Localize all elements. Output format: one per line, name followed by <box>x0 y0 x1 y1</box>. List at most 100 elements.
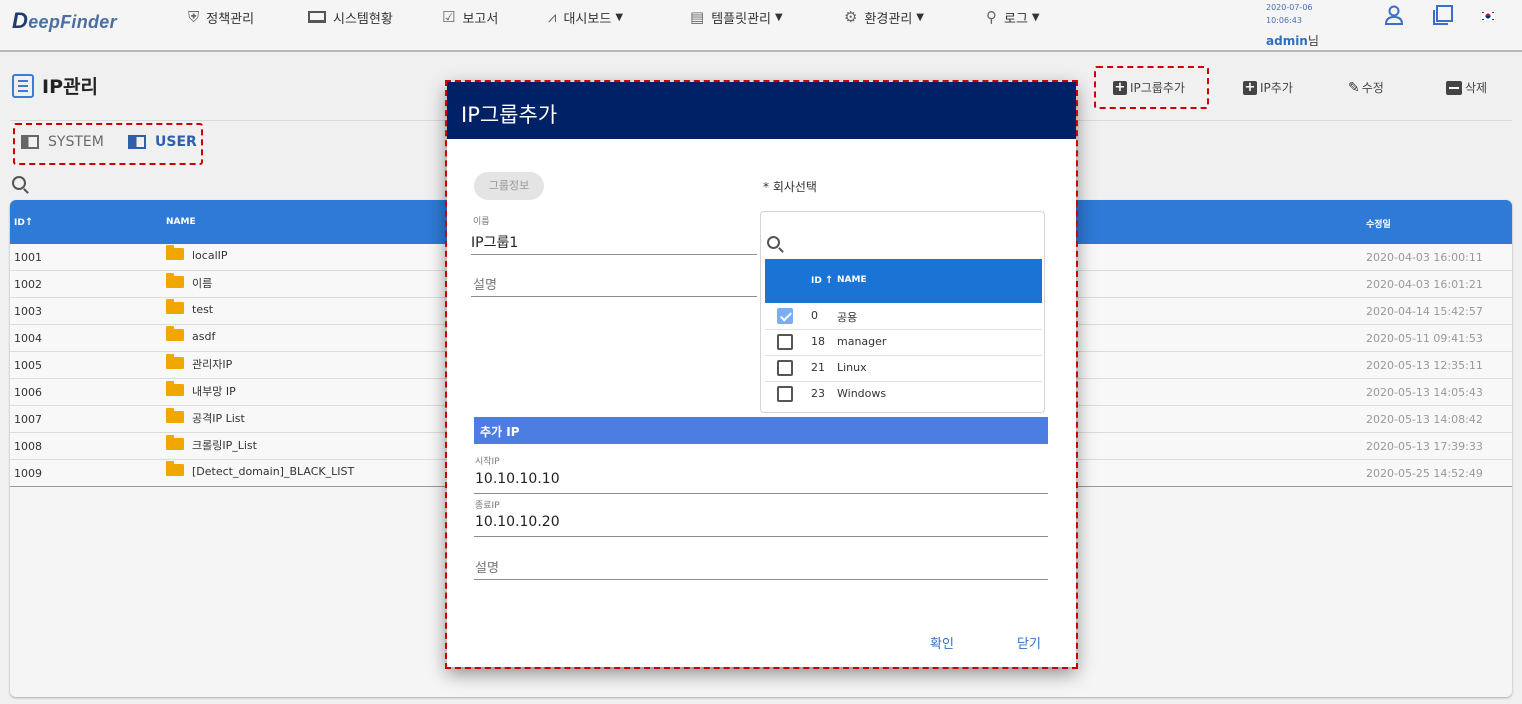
company-row[interactable]: 23 Windows <box>765 382 1042 408</box>
minus-box-icon <box>1446 80 1462 95</box>
company-name: Linux <box>837 361 867 374</box>
pencil-icon: ✎ <box>1348 79 1360 96</box>
nav-policy[interactable]: ⛨ 정책관리 <box>188 6 254 28</box>
folder-icon <box>166 354 184 369</box>
window-toggle-icon[interactable] <box>1432 4 1454 26</box>
cell-modified-date: 2020-04-03 16:01:21 <box>1366 278 1483 291</box>
chevron-down-icon: ▼ <box>1031 11 1040 23</box>
cell-modified-date: 2020-05-13 14:05:43 <box>1366 386 1483 399</box>
end-ip-field[interactable]: 10.10.10.20 <box>475 514 560 530</box>
cell-name: 관리자IP <box>166 354 232 372</box>
deepfinder-logo[interactable]: DeepFinder <box>12 8 117 34</box>
cell-id: 1003 <box>14 305 42 318</box>
name-field-label: 이름 <box>473 217 490 227</box>
nav-report[interactable]: ☑ 보고서 <box>442 6 498 28</box>
cell-id: 1002 <box>14 278 42 291</box>
add-ip-button[interactable]: + IP추가 <box>1243 79 1293 96</box>
gear-icon: ⚙ <box>844 8 858 26</box>
company-id: 0 <box>811 309 818 322</box>
nav-log[interactable]: ⚲ 로그 ▼ <box>986 6 1040 28</box>
template-icon: ▤ <box>690 8 705 26</box>
current-time: 10:06:43 <box>1266 16 1302 25</box>
cell-name: [Detect_domain]_BLACK_LIST <box>166 461 354 478</box>
start-ip-field[interactable]: 10.10.10.10 <box>475 471 560 487</box>
cell-modified-date: 2020-05-11 09:41:53 <box>1366 332 1483 345</box>
nav-dashboard[interactable]: ⩘ 대시보드 ▼ <box>548 6 623 28</box>
sort-arrow-icon: ↑ <box>24 217 34 228</box>
korean-flag-icon[interactable] <box>1480 10 1496 22</box>
cell-id: 1008 <box>14 440 42 453</box>
nav-template-management[interactable]: ▤ 템플릿관리 ▼ <box>690 6 783 28</box>
close-button[interactable]: 닫기 <box>1017 633 1041 652</box>
folder-icon <box>166 245 184 260</box>
system-panel-icon <box>21 135 39 149</box>
company-name: manager <box>837 335 887 348</box>
start-ip-label: 시작IP <box>475 457 500 467</box>
checkbox-checked[interactable] <box>777 308 793 324</box>
cell-id: 1004 <box>14 332 42 345</box>
chevron-down-icon: ▼ <box>916 11 924 23</box>
cell-id: 1005 <box>14 359 42 372</box>
company-select-table: ID ↑ NAME 0 공용 18 manager 21 Linux 23 Wi… <box>760 211 1045 413</box>
company-name: 공용 <box>837 311 858 324</box>
group-info-chip: 그룹정보 <box>474 172 544 200</box>
cell-id: 1006 <box>14 386 42 399</box>
company-row[interactable]: 18 manager <box>765 330 1042 356</box>
company-column-name[interactable]: NAME <box>837 275 867 285</box>
current-datetime: 2020-07-06 10:06:43 <box>1266 1 1313 27</box>
checkbox[interactable] <box>777 386 793 402</box>
edit-button[interactable]: ✎ 수정 <box>1348 79 1384 96</box>
checkbox[interactable] <box>777 360 793 376</box>
description-field-underline <box>471 296 757 297</box>
folder-icon <box>166 299 184 314</box>
tab-system[interactable]: SYSTEM <box>21 134 104 150</box>
dialog-title: IP그룹추가 <box>447 82 1076 139</box>
company-row[interactable]: 0 공용 <box>765 304 1042 330</box>
current-user: admin님 <box>1266 34 1319 48</box>
folder-icon <box>166 408 184 423</box>
cell-id: 1007 <box>14 413 42 426</box>
user-profile-icon[interactable] <box>1384 4 1404 26</box>
company-id: 23 <box>811 387 825 400</box>
folder-icon <box>166 461 184 476</box>
ip-description-field[interactable]: 설명 <box>475 557 499 576</box>
cell-name: test <box>166 299 213 316</box>
column-header-id[interactable]: ID↑ <box>14 217 33 228</box>
tab-user[interactable]: USER <box>128 134 197 150</box>
name-field[interactable]: IP그룹1 <box>471 232 518 252</box>
company-select-label: * 회사선택 <box>763 180 817 194</box>
cell-modified-date: 2020-04-14 15:42:57 <box>1366 305 1483 318</box>
company-id: 18 <box>811 335 825 348</box>
cell-name: asdf <box>166 326 215 343</box>
cell-modified-date: 2020-05-13 12:35:11 <box>1366 359 1483 372</box>
company-name: Windows <box>837 387 887 400</box>
chevron-down-icon: ▼ <box>775 11 783 23</box>
delete-button[interactable]: 삭제 <box>1446 79 1487 96</box>
start-ip-underline <box>474 493 1048 494</box>
company-row[interactable]: 21 Linux <box>765 356 1042 382</box>
search-icon[interactable] <box>12 176 26 190</box>
search-icon[interactable] <box>767 236 780 249</box>
current-date: 2020-07-06 <box>1266 3 1313 12</box>
company-column-id[interactable]: ID ↑ <box>811 275 833 286</box>
column-header-name[interactable]: NAME <box>166 217 196 227</box>
nav-system-status[interactable]: 시스템현황 <box>308 6 393 28</box>
cell-modified-date: 2020-05-25 14:52:49 <box>1366 467 1483 480</box>
plus-box-icon: + <box>1243 79 1257 95</box>
description-field[interactable]: 설명 <box>473 274 497 293</box>
user-card-icon <box>128 135 146 149</box>
monitor-icon <box>308 11 326 23</box>
nav-environment-management[interactable]: ⚙ 환경관리 ▼ <box>844 6 924 28</box>
end-ip-underline <box>474 536 1048 537</box>
confirm-button[interactable]: 확인 <box>930 633 954 652</box>
add-ip-group-button[interactable]: + IP그룹추가 <box>1113 79 1185 96</box>
cell-modified-date: 2020-04-03 16:00:11 <box>1366 251 1483 264</box>
sort-arrow-icon: ↑ <box>824 275 834 286</box>
company-table-header: ID ↑ NAME <box>765 259 1042 303</box>
add-ip-group-dialog: IP그룹추가 그룹정보 이름 IP그룹1 설명 * 회사선택 ID ↑ NAME… <box>445 80 1078 669</box>
chevron-down-icon: ▼ <box>615 11 624 23</box>
page-title: IP관리 <box>12 72 98 99</box>
clipboard-check-icon: ☑ <box>442 8 456 26</box>
checkbox[interactable] <box>777 334 793 350</box>
column-header-modified[interactable]: 수정일 <box>1366 217 1391 230</box>
